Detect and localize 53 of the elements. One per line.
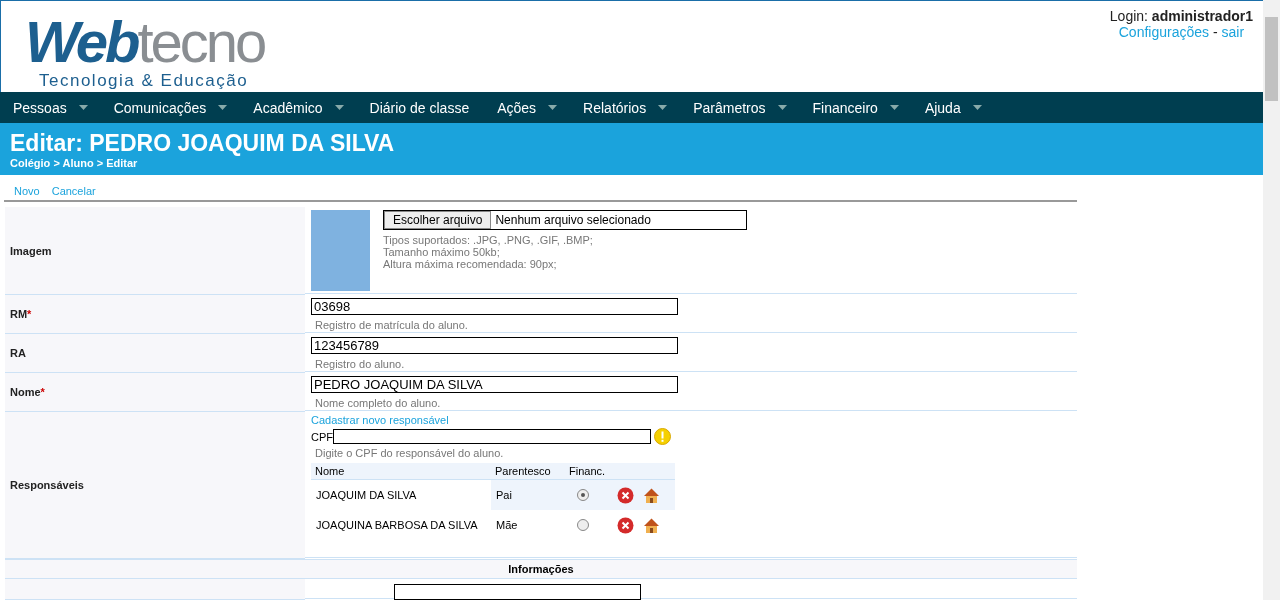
page-title: Editar: PEDRO JOAQUIM DA SILVA xyxy=(10,129,396,158)
logo-tagline: Tecnologia & Educação xyxy=(38,71,250,91)
hint-text: Nome completo do aluno. xyxy=(314,397,442,409)
text-input[interactable]: 123456789 xyxy=(311,337,678,354)
cpf-label: CPF xyxy=(311,430,333,443)
link-separator: - xyxy=(1212,24,1218,40)
warning-icon xyxy=(654,428,671,445)
house-icon[interactable] xyxy=(643,516,660,534)
table-cell: Pai xyxy=(496,489,512,501)
menu-item[interactable]: Parâmetros xyxy=(680,99,800,116)
menu-item[interactable]: Financeiro xyxy=(799,99,912,116)
column-header: Nome xyxy=(311,463,491,480)
cpf-input[interactable] xyxy=(333,429,651,444)
column-header: Parentesco xyxy=(491,463,565,480)
table-cell: Mãe xyxy=(496,519,518,531)
hint-text: Tamanho máximo 50kb; xyxy=(383,246,501,258)
field-label: RA xyxy=(10,347,26,359)
text-input[interactable] xyxy=(394,584,641,600)
menu-item[interactable]: Ajuda xyxy=(911,99,995,116)
choose-file-button[interactable]: Escolher arquivo xyxy=(384,211,492,229)
logo-wordmark: Webtecno xyxy=(25,13,265,71)
menu-item[interactable]: Diário de classe xyxy=(356,99,483,116)
radio-button[interactable] xyxy=(577,519,589,531)
breadcrumb: Colégio > Aluno > Editar xyxy=(10,157,139,170)
text-input[interactable]: PEDRO JOAQUIM DA SILVA xyxy=(311,376,678,393)
scrollbar[interactable] xyxy=(1263,0,1280,600)
hint-text: Altura máxima recomendada: 90px; xyxy=(383,258,558,270)
section-title: Informações xyxy=(508,563,574,575)
menu-item[interactable]: Acadêmico xyxy=(240,99,357,116)
menu-item[interactable]: Relatórios xyxy=(570,99,681,116)
radio-button[interactable] xyxy=(577,489,589,501)
field-label: RM* xyxy=(10,308,32,320)
file-input[interactable]: Escolher arquivo Nenhum arquivo selecionado xyxy=(383,210,747,230)
table-cell: JOAQUIM DA SILVA xyxy=(316,489,417,501)
field-label: Nome* xyxy=(10,386,45,398)
login-username: administrador1 xyxy=(1151,8,1253,24)
menu-item[interactable]: Comunicações xyxy=(100,99,241,116)
hint-text: Registro de matrícula do aluno. xyxy=(314,319,469,331)
table-cell: JOAQUINA BARBOSA DA SILVA xyxy=(316,519,478,531)
column-header: Financ. xyxy=(565,463,617,480)
delete-icon[interactable] xyxy=(617,486,634,504)
field-label: Imagem xyxy=(5,207,305,295)
field-label: Responsáveis xyxy=(5,412,305,559)
file-status: Nenhum arquivo selecionado xyxy=(494,213,651,227)
login-label: Login: xyxy=(1109,8,1149,24)
house-icon[interactable] xyxy=(643,486,660,504)
delete-icon[interactable] xyxy=(617,516,634,534)
menu-item[interactable]: Pessoas xyxy=(0,99,101,116)
menu-item[interactable]: Ações xyxy=(484,99,571,116)
hint-text: Digite o CPF do responsável do aluno. xyxy=(314,447,505,459)
hint-text: Tipos suportados: .JPG, .PNG, .GIF, .BMP; xyxy=(383,234,594,246)
hint-text: Registro do aluno. xyxy=(314,358,406,370)
text-input[interactable]: 03698 xyxy=(311,298,678,315)
